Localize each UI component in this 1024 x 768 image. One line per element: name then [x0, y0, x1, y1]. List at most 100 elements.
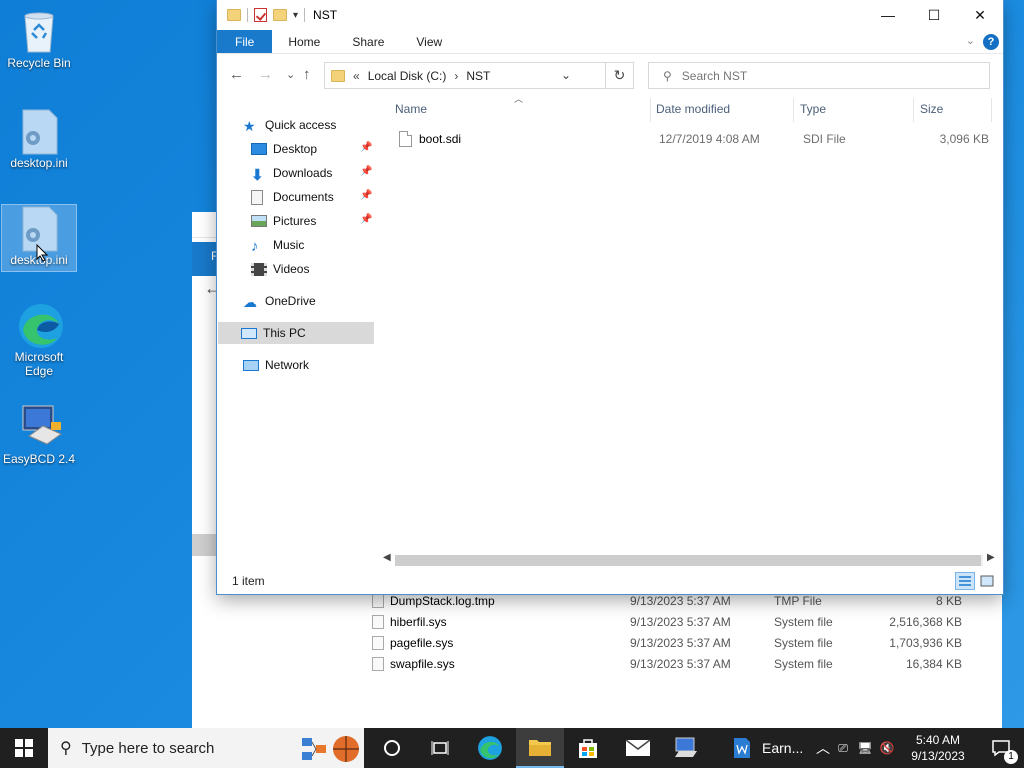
volume-muted-icon[interactable]: 🔇	[876, 741, 898, 755]
pictures-icon	[251, 215, 267, 227]
address-bar[interactable]: « Local Disk (C:) › NST ⌄	[324, 62, 606, 89]
file-size: 1,703,936 KB	[889, 635, 962, 650]
scroll-left-arrow-icon[interactable]: ◀	[383, 552, 391, 563]
table-row[interactable]: pagefile.sys 9/13/2023 5:37 AM System fi…	[372, 632, 982, 653]
easybcd-icon	[17, 404, 63, 448]
recycle-bin-icon[interactable]: Recycle Bin	[2, 8, 76, 70]
breadcrumb-nst[interactable]: NST	[466, 69, 490, 83]
properties-icon[interactable]	[254, 8, 267, 22]
nav-desktop[interactable]: Desktop	[251, 138, 317, 160]
clock[interactable]: 5:40 AM 9/13/2023	[906, 732, 970, 764]
horizontal-scrollbar[interactable]: ◀ ▶	[379, 552, 999, 569]
file-type: SDI File	[803, 132, 846, 146]
title-bar[interactable]: ▾ NST — ☐ ✕	[217, 0, 1003, 30]
file-date: 9/13/2023 5:37 AM	[630, 593, 731, 608]
refresh-icon[interactable]: ↻	[606, 62, 634, 89]
column-divider[interactable]	[793, 98, 794, 122]
nav-network[interactable]: Network	[243, 354, 309, 376]
cortana-circle-icon	[384, 740, 400, 756]
scrollbar-thumb[interactable]	[395, 555, 981, 566]
nav-music[interactable]: ♪ Music	[251, 234, 304, 256]
nav-videos[interactable]: Videos	[251, 258, 309, 280]
notification-count-badge: 1	[1004, 750, 1018, 764]
easybcd-shortcut[interactable]: EasyBCD 2.4	[2, 404, 76, 466]
file-name: hiberfil.sys	[390, 614, 447, 629]
search-input[interactable]: ⚲ Search NST	[648, 62, 990, 89]
table-row[interactable]: swapfile.sys 9/13/2023 5:37 AM System fi…	[372, 653, 982, 674]
help-icon[interactable]: ?	[983, 34, 999, 50]
address-overflow[interactable]: «	[353, 69, 360, 83]
nav-this-pc[interactable]: This PC	[218, 322, 374, 344]
maximize-button[interactable]: ☐	[911, 0, 957, 30]
file-icon	[372, 635, 384, 650]
file-date: 9/13/2023 5:37 AM	[630, 635, 731, 650]
file-explorer-icon	[529, 740, 551, 756]
meet-now-icon[interactable]: ⎚	[832, 741, 854, 756]
file-size: 16,384 KB	[905, 656, 962, 671]
forward-arrow-icon[interactable]: →	[258, 66, 273, 83]
taskbar-search-input[interactable]: ⚲ Type here to search	[48, 728, 364, 768]
nav-onedrive[interactable]: ☁ OneDrive	[243, 290, 316, 312]
nav-pictures[interactable]: Pictures	[251, 210, 316, 232]
action-center-button[interactable]: 1	[978, 728, 1024, 768]
network-tray-icon[interactable]: 🖥	[854, 741, 876, 755]
desktop-ini-file-1[interactable]: desktop.ini	[2, 108, 76, 170]
customize-toolbar-chevron-icon[interactable]: ▾	[293, 10, 298, 21]
new-folder-icon[interactable]	[273, 9, 287, 21]
nav-downloads[interactable]: ⬇ Downloads	[251, 162, 332, 184]
windows-logo-icon	[15, 739, 33, 757]
column-divider[interactable]	[913, 98, 914, 122]
expand-ribbon-chevron-icon[interactable]: ⌄	[966, 34, 975, 47]
tab-view[interactable]: View	[400, 30, 458, 53]
column-header-type[interactable]: Type	[800, 102, 826, 116]
film-icon	[251, 262, 267, 276]
up-arrow-icon[interactable]: ↑	[303, 66, 311, 83]
breadcrumb-separator-icon[interactable]: ›	[454, 69, 458, 83]
column-header-name[interactable]: Name	[395, 102, 427, 116]
start-button[interactable]	[0, 728, 48, 768]
file-explorer-window[interactable]: ▾ NST — ☐ ✕ File Home Share View ⌄ ? ← →…	[217, 0, 1003, 594]
recent-locations-chevron-icon[interactable]: ⌄	[286, 68, 295, 81]
table-row[interactable]: hiberfil.sys 9/13/2023 5:37 AM System fi…	[372, 611, 982, 632]
tab-share[interactable]: Share	[336, 30, 400, 53]
cortana-button[interactable]	[368, 728, 416, 768]
tab-home[interactable]: Home	[272, 30, 336, 53]
mail-taskbar-button[interactable]	[614, 728, 662, 768]
large-icons-view-button[interactable]	[977, 572, 997, 590]
show-hidden-icons-chevron-icon[interactable]: ︿	[814, 738, 832, 758]
easybcd-taskbar-button[interactable]	[662, 728, 710, 768]
cloud-icon: ☁	[243, 294, 257, 310]
word-document-icon	[734, 738, 750, 758]
folder-icon	[227, 9, 241, 21]
column-header-size[interactable]: Size	[920, 102, 943, 116]
scroll-right-arrow-icon[interactable]: ▶	[987, 552, 995, 563]
file-name: pagefile.sys	[390, 635, 454, 650]
details-view-button[interactable]	[955, 572, 975, 590]
taskbar-search-placeholder: Type here to search	[81, 739, 215, 757]
desktop-folder-icon	[251, 143, 267, 155]
task-view-button[interactable]	[416, 728, 464, 768]
column-divider[interactable]	[991, 98, 992, 122]
navigation-bar: ← → ⌄ ↑ « Local Disk (C:) › NST ⌄ ↻ ⚲ Se…	[217, 54, 1003, 94]
microsoft-edge-shortcut[interactable]: Microsoft Edge	[2, 302, 76, 378]
table-row[interactable]: boot.sdi 12/7/2019 4:08 AM SDI File 3,09…	[393, 128, 989, 150]
breadcrumb-local-disk[interactable]: Local Disk (C:)	[368, 69, 447, 83]
download-arrow-icon: ⬇	[251, 167, 264, 184]
nav-quick-access[interactable]: ★ Quick access	[243, 114, 336, 136]
pin-icon: 📌	[360, 214, 373, 225]
search-placeholder: Search NST	[681, 68, 748, 83]
edge-taskbar-button[interactable]	[466, 728, 514, 768]
column-header-date[interactable]: Date modified	[656, 102, 730, 116]
tab-file[interactable]: File	[217, 30, 273, 53]
close-button[interactable]: ✕	[957, 0, 1003, 30]
word-taskbar-button[interactable]: Earn...	[724, 728, 808, 768]
file-size: 8 KB	[935, 593, 962, 608]
minimize-button[interactable]: —	[865, 0, 911, 30]
clock-date: 9/13/2023	[911, 749, 965, 763]
back-arrow-icon[interactable]: ←	[229, 66, 244, 83]
column-divider[interactable]	[650, 98, 651, 122]
file-explorer-taskbar-button[interactable]	[516, 728, 564, 768]
store-taskbar-button[interactable]	[564, 728, 612, 768]
nav-documents[interactable]: Documents	[251, 186, 334, 208]
address-dropdown-chevron-icon[interactable]: ⌄	[561, 68, 571, 82]
